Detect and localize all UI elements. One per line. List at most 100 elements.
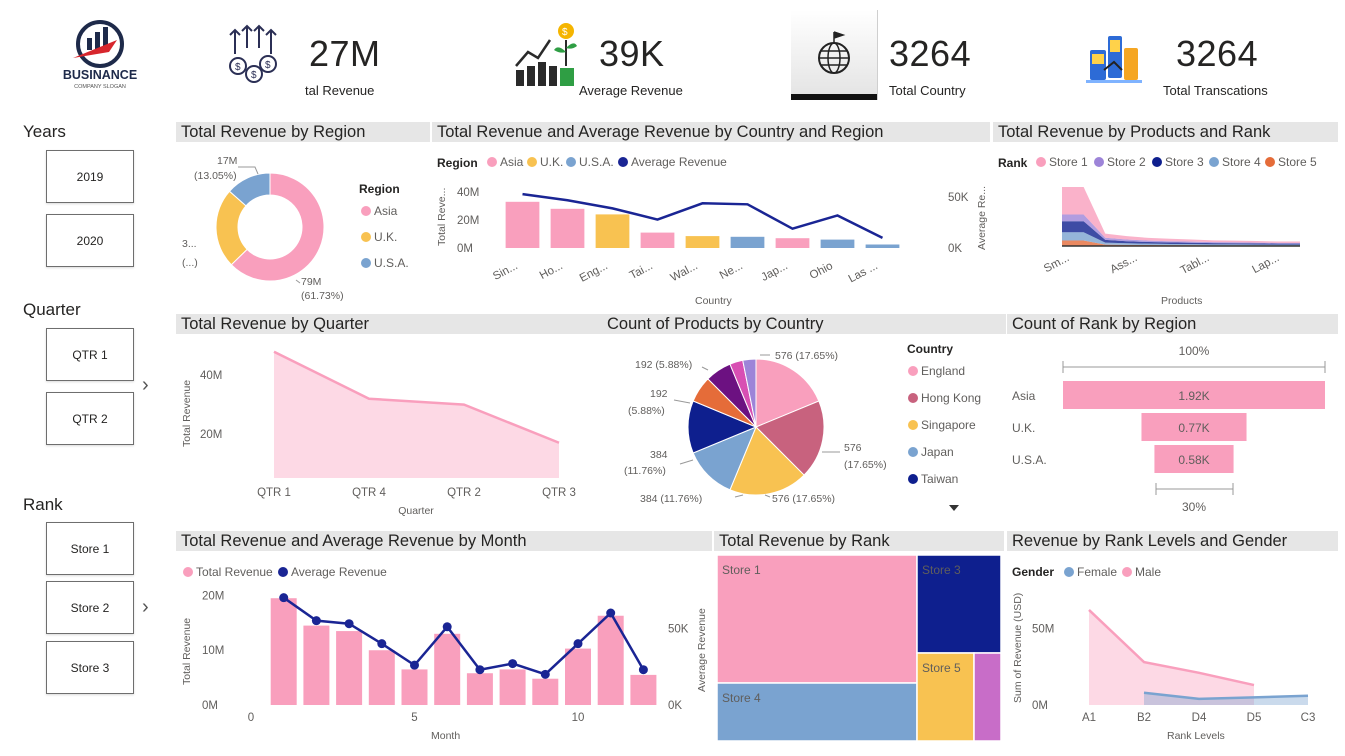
donut-leader-usa: [238, 166, 259, 175]
month-bar-6: [434, 633, 461, 705]
quarter-xtick-0: QTR 1: [257, 487, 291, 499]
country-legend-3-marker: [618, 157, 628, 167]
donut-label-usa-value: 17M: [217, 155, 237, 167]
pie-label-5a: 192: [650, 388, 668, 400]
month-ytick-0: 0M: [202, 700, 218, 712]
country-ylabel: Total Reve...: [436, 188, 448, 246]
pie-label-3: 384 (11.76%): [640, 493, 702, 505]
month-y2tick-1: 50K: [668, 623, 689, 635]
month-bar-3: [336, 631, 363, 705]
gender-xtick-4: C3: [1301, 712, 1316, 724]
gender-legend-male-marker: [1122, 567, 1132, 577]
month-avg-point-2: [311, 616, 321, 626]
country-xtick-5: Ne...: [718, 260, 745, 282]
country-bar-4: [685, 236, 720, 248]
funnel-category-0: Asia: [1012, 389, 1036, 403]
gender-ytick-1: 50M: [1032, 623, 1054, 635]
donut-leader-asia: [295, 279, 301, 284]
pie-legend-4-marker: [908, 474, 918, 484]
month-ytick-2: 20M: [202, 590, 224, 602]
products-xtick-3: Lap...: [1250, 252, 1281, 276]
country-legend-2: U.S.A.: [579, 155, 614, 169]
gender-legend-male: Male: [1135, 565, 1161, 579]
month-avg-point-4: [377, 639, 387, 649]
quarter-xtick-3: QTR 3: [542, 487, 576, 499]
country-xtick-0: Sin...: [491, 260, 520, 283]
country-bar-2: [595, 214, 630, 248]
gender-xtick-2: D4: [1192, 712, 1207, 724]
country-xlabel: Country: [695, 295, 733, 307]
month-bar-12: [630, 674, 657, 705]
month-ylabel: Total Revenue: [181, 618, 193, 685]
products-legend-1-marker: [1094, 157, 1104, 167]
country-xtick-1: Ho...: [538, 260, 565, 282]
treemap-label-2: Store 4: [722, 691, 761, 705]
pie-legend-4: Taiwan: [921, 472, 958, 486]
funnel-bar-label-0: 1.92K: [1178, 389, 1209, 403]
pie-leader-3: [734, 494, 744, 498]
country-xtick-2: Eng...: [578, 260, 610, 285]
month-avg-point-1: [279, 593, 289, 603]
country-bar-8: [865, 244, 900, 248]
quarter-ylabel: Total Revenue: [181, 380, 193, 447]
country-xtick-8: Las ...: [847, 260, 880, 285]
pie-leader-5: [673, 399, 691, 404]
funnel-top-label: 100%: [1179, 344, 1210, 358]
country-bar-5: [730, 236, 765, 248]
products-legend-3: Store 4: [1222, 155, 1261, 169]
month-bar-9: [532, 678, 559, 705]
month-legend-total: Total Revenue: [196, 565, 273, 579]
donut-label-usa-pct: (13.05%): [194, 170, 237, 182]
country-xtick-7: Ohio: [808, 260, 835, 282]
pie-label-6: 192 (5.88%): [635, 359, 692, 371]
donut-label-asia-value: 79M: [301, 276, 321, 288]
month-bar-1: [270, 598, 297, 705]
month-avg-point-12: [638, 665, 648, 675]
pie-legend-2-marker: [908, 420, 918, 430]
products-legend-title: Rank: [998, 156, 1028, 170]
donut-legend-usa-marker: [361, 258, 371, 268]
products-legend-2: Store 3: [1165, 155, 1204, 169]
month-xlabel: Month: [431, 730, 460, 742]
products-legend-4-marker: [1265, 157, 1275, 167]
pie-label-5b: (5.88%): [628, 405, 665, 417]
donut-legend-uk-marker: [361, 232, 371, 242]
treemap-label-3: Store 5: [922, 661, 961, 675]
country-bar-6: [775, 238, 810, 248]
pie-label-1b: (17.65%): [844, 459, 887, 471]
quarter-xtick-2: QTR 2: [447, 487, 481, 499]
month-avg-point-7: [475, 665, 485, 675]
country-xtick-6: Jap...: [759, 260, 789, 284]
country-y2tick-50K: 50K: [948, 192, 969, 204]
country-ytick-40M: 40M: [457, 187, 479, 199]
pie-label-0: 576 (17.65%): [775, 350, 838, 362]
country-legend-title: Region: [437, 156, 478, 170]
treemap-label-1: Store 3: [922, 563, 961, 577]
donut-legend-usa: U.S.A.: [374, 256, 409, 270]
quarter-ytick-1: 40M: [200, 370, 222, 382]
donut-label-uk-pct: (...): [182, 257, 198, 269]
treemap-label-0: Store 1: [722, 563, 761, 577]
country-xtick-4: Wal...: [669, 260, 700, 284]
products-xtick-1: Ass...: [1108, 252, 1139, 276]
pie-legend-3-marker: [908, 447, 918, 457]
pie-label-1a: 576: [844, 442, 862, 454]
country-ytick-0M: 0M: [457, 243, 473, 255]
month-y2tick-0: 0K: [668, 700, 682, 712]
month-bar-5: [401, 669, 428, 705]
products-legend-1: Store 2: [1107, 155, 1146, 169]
month-bar-2: [303, 625, 330, 705]
pie-legend-2: Singapore: [921, 418, 976, 432]
country-ytick-20M: 20M: [457, 215, 479, 227]
gender-ylabel: Sum of Revenue (USD): [1012, 593, 1024, 703]
country-xtick-3: Tai...: [628, 260, 655, 282]
month-bar-7: [466, 673, 493, 705]
pie-leader-6: [701, 366, 709, 371]
month-xtick-1: 5: [411, 712, 417, 724]
pie-legend-title: Country: [907, 342, 953, 356]
month-legend-total-marker: [183, 567, 193, 577]
month-avg-point-11: [606, 608, 616, 618]
funnel-category-1: U.K.: [1012, 421, 1035, 435]
products-legend-4: Store 5: [1278, 155, 1317, 169]
funnel-bottom-label: 30%: [1182, 500, 1206, 514]
